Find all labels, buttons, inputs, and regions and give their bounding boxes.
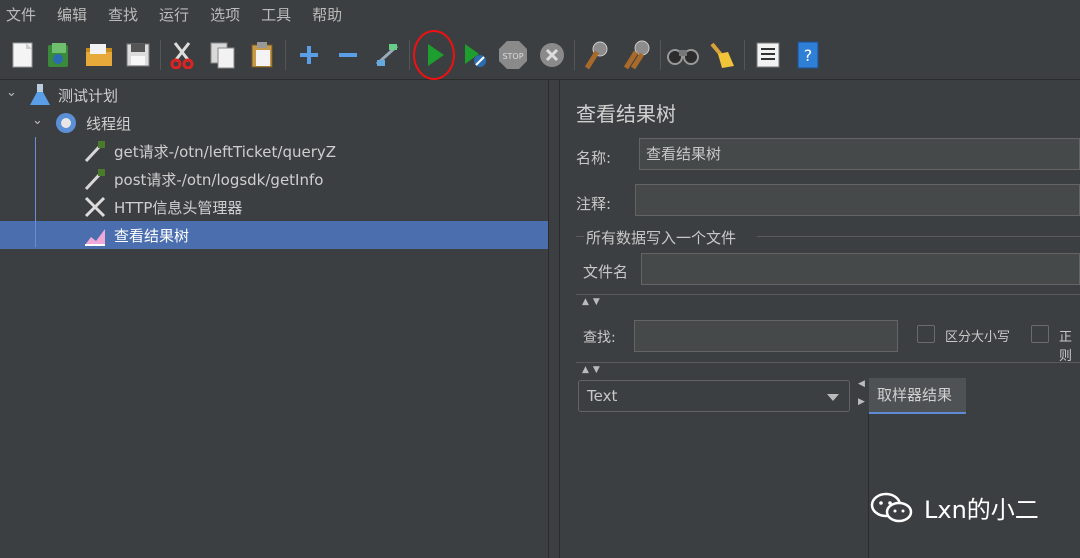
tree-label: 查看结果树 <box>114 227 190 245</box>
pipette-icon <box>84 141 105 163</box>
menu-options[interactable]: 选项 <box>204 0 249 30</box>
view-results-tree-panel: 查看结果树 名称: 查看结果树 注释: 所有数据写入一个文件 文件名 ▲▼ 查找… <box>561 80 1080 558</box>
start-highlight-ring <box>413 30 455 80</box>
menu-tools[interactable]: 工具 <box>255 0 300 30</box>
tree-node-result-tree[interactable]: 查看结果树 <box>0 221 548 249</box>
case-sensitive-checkbox[interactable] <box>917 325 935 343</box>
wechat-icon <box>870 492 913 522</box>
shutdown-icon[interactable] <box>535 38 569 72</box>
filename-field[interactable] <box>641 253 1080 285</box>
copy-icon[interactable] <box>206 38 240 72</box>
tree-node-post-sampler[interactable]: post请求-/otn/logsdk/getInfo <box>0 165 548 193</box>
pipette-icon <box>84 169 105 191</box>
regex-label: 正则 <box>1059 330 1073 364</box>
toggle-icon[interactable] <box>370 38 404 72</box>
svg-text:?: ? <box>804 46 813 65</box>
function-helper-icon[interactable] <box>751 38 785 72</box>
paste-icon[interactable] <box>246 38 280 72</box>
gear-icon <box>56 113 76 133</box>
search-icon[interactable] <box>666 38 700 72</box>
regex-checkbox[interactable] <box>1031 325 1049 343</box>
filename-label: 文件名 <box>583 263 629 281</box>
toolbar: STOP ? <box>0 30 1080 80</box>
tree-label: 线程组 <box>86 115 132 133</box>
menu-help[interactable]: 帮助 <box>306 0 351 30</box>
templates-icon[interactable] <box>42 38 76 72</box>
menu-run[interactable]: 运行 <box>153 0 198 30</box>
chevron-down-icon[interactable]: ⌄ <box>6 85 17 100</box>
reset-search-icon[interactable] <box>704 38 738 72</box>
group-title: 所有数据写入一个文件 <box>586 229 737 247</box>
collapse-arrows[interactable]: ▲▼ <box>582 365 604 375</box>
tree-node-thread-group[interactable]: ⌄ 线程组 <box>0 109 548 137</box>
renderer-value: Text <box>587 387 618 405</box>
expand-icon[interactable] <box>292 38 326 72</box>
split-divider[interactable] <box>548 80 560 558</box>
chevron-down-icon[interactable]: ⌄ <box>32 113 43 128</box>
watermark: Lxn的小二 <box>870 490 1039 525</box>
clear-all-icon[interactable] <box>620 38 654 72</box>
name-field[interactable]: 查看结果树 <box>639 138 1080 170</box>
collapse-arrows[interactable]: ▲▼ <box>582 297 604 307</box>
tab-sampler-result[interactable]: 取样器结果 <box>869 378 966 414</box>
test-plan-tree: ⌄ 测试计划 ⌄ 线程组 get请求-/otn/leftTicket/query… <box>0 80 548 558</box>
tree-label: get请求-/otn/leftTicket/queryZ <box>114 143 337 161</box>
save-icon[interactable] <box>121 38 155 72</box>
result-pane <box>868 414 1080 558</box>
tree-label: HTTP信息头管理器 <box>114 199 243 217</box>
case-sensitive-label: 区分大小写 <box>945 330 1011 345</box>
clear-icon[interactable] <box>580 38 614 72</box>
panel-title: 查看结果树 <box>576 102 676 126</box>
help-icon[interactable]: ? <box>791 38 825 72</box>
renderer-select[interactable]: Text <box>578 380 850 412</box>
open-icon[interactable] <box>82 38 116 72</box>
menu-edit[interactable]: 编辑 <box>51 0 96 30</box>
new-icon[interactable] <box>6 38 40 72</box>
comment-label: 注释: <box>576 195 612 213</box>
flask-icon <box>30 84 50 105</box>
tree-guide-line <box>35 137 36 247</box>
search-field[interactable] <box>634 320 898 352</box>
menu-bar: 文件 编辑 查找 运行 选项 工具 帮助 <box>0 0 1080 30</box>
chart-icon <box>85 229 105 246</box>
collapse-icon[interactable] <box>331 38 365 72</box>
wrench-icon <box>84 196 106 218</box>
svg-text:STOP: STOP <box>502 52 523 61</box>
tree-label: 测试计划 <box>58 87 119 105</box>
tab-scroll-arrows[interactable]: ◀ ▶ <box>858 380 866 407</box>
tree-node-get-sampler[interactable]: get请求-/otn/leftTicket/queryZ <box>0 137 548 165</box>
menu-file[interactable]: 文件 <box>0 0 45 30</box>
cut-icon[interactable] <box>166 38 200 72</box>
stop-icon[interactable]: STOP <box>496 38 530 72</box>
search-label: 查找: <box>583 330 616 346</box>
tree-node-test-plan[interactable]: ⌄ 测试计划 <box>0 81 548 109</box>
name-label: 名称: <box>576 149 612 167</box>
menu-search[interactable]: 查找 <box>102 0 147 30</box>
comment-field[interactable] <box>635 184 1080 216</box>
tree-node-header-manager[interactable]: HTTP信息头管理器 <box>0 193 548 221</box>
watermark-text: Lxn的小二 <box>924 496 1039 524</box>
tree-label: post请求-/otn/logsdk/getInfo <box>114 171 324 189</box>
chevron-down-icon <box>827 394 839 401</box>
start-no-pauses-icon[interactable] <box>457 38 491 72</box>
